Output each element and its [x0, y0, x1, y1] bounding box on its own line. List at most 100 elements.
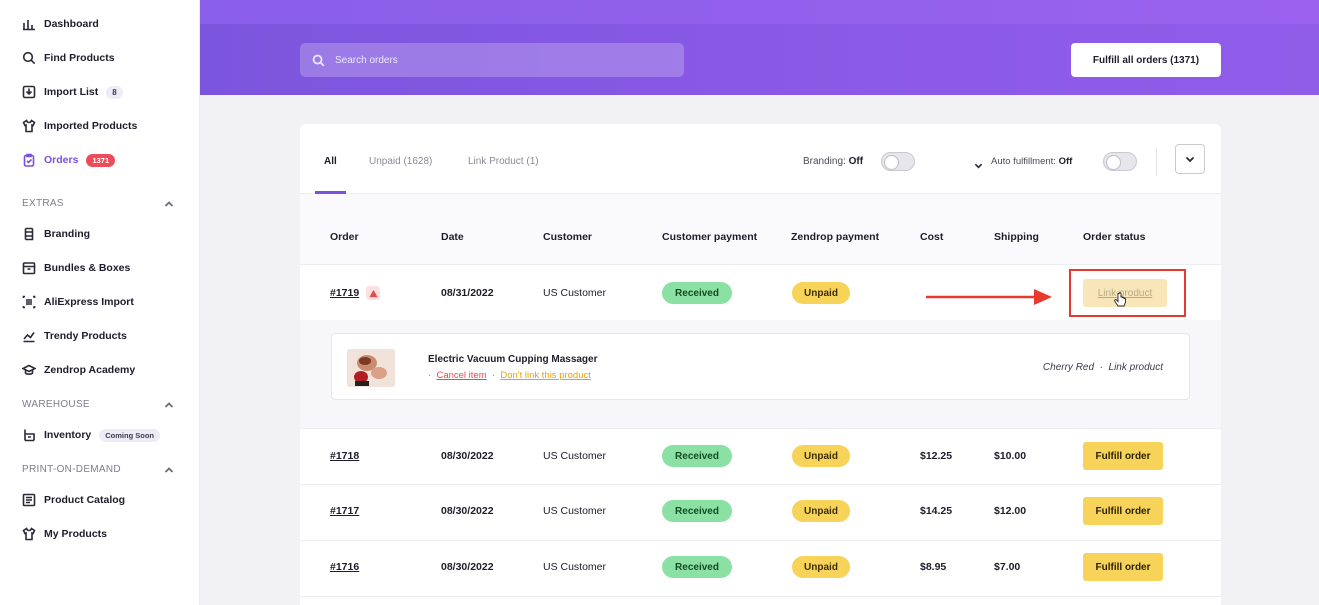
sidebar-item-label: Orders: [44, 154, 79, 166]
sidebar-item-inventory[interactable]: Inventory Coming Soon: [22, 425, 161, 445]
sidebar-item-import-list[interactable]: Dashboard Import List 8: [22, 82, 123, 102]
sidebar-item-label: Trendy Products: [44, 330, 127, 342]
order-date: 08/30/2022: [441, 561, 494, 573]
col-date: Date: [441, 231, 464, 243]
trend-icon: [22, 329, 36, 343]
zendrop-payment-badge: Unpaid: [792, 500, 850, 522]
sidebar-item-dashboard[interactable]: Dashboard: [22, 14, 99, 34]
order-number-link[interactable]: #1716: [330, 561, 359, 573]
fulfill-order-button[interactable]: Fulfill order: [1083, 553, 1163, 581]
table-row: #1717 08/30/2022 US Customer Received Un…: [300, 485, 1221, 541]
order-cost: $12.25: [920, 450, 953, 462]
sidebar-item-label: My Products: [44, 528, 108, 540]
order-customer: US Customer: [543, 505, 607, 517]
header-banner: Fulfill all orders (1371): [200, 0, 1319, 95]
section-print-on-demand[interactable]: PRINT-ON-DEMAND: [22, 464, 174, 475]
sidebar-item-label: AliExpress Import: [44, 296, 134, 308]
sidebar-item-label: Inventory: [44, 429, 92, 441]
col-shipping: Shipping: [994, 231, 1039, 243]
chevron-up-icon[interactable]: [164, 199, 174, 209]
zendrop-payment-badge: Unpaid: [792, 282, 850, 304]
order-customer: US Customer: [543, 561, 607, 573]
search-bar[interactable]: [300, 43, 684, 77]
import-icon: [22, 85, 36, 99]
customer-payment-badge: Received: [662, 556, 732, 578]
customer-payment-badge: Received: [662, 282, 732, 304]
table-header: Order Date Customer Customer payment Zen…: [300, 194, 1221, 265]
product-thumbnail: [347, 349, 395, 387]
sidebar-item-orders[interactable]: Orders 1371: [22, 150, 116, 170]
warning-icon: [366, 286, 380, 300]
sidebar-item-bundles[interactable]: Bundles & Boxes: [22, 258, 130, 278]
chevron-up-icon[interactable]: [164, 400, 174, 410]
auto-fulfillment-toggle[interactable]: [1103, 152, 1137, 171]
search-icon: [312, 54, 325, 66]
sidebar-item-product-catalog[interactable]: Product Catalog: [22, 490, 125, 510]
sidebar-item-branding[interactable]: Branding: [22, 224, 90, 244]
tabs-bar: All Unpaid (1628) Link Product (1) Brand…: [300, 124, 1221, 194]
cancel-item-link[interactable]: Cancel item: [436, 370, 486, 381]
tab-link-product[interactable]: Link Product (1): [468, 156, 539, 167]
zendrop-payment-badge: Unpaid: [792, 445, 850, 467]
header-top-strip: [200, 0, 1319, 24]
sidebar-item-trendy[interactable]: Trendy Products: [22, 326, 127, 346]
sidebar-item-academy[interactable]: Zendrop Academy: [22, 360, 135, 380]
sidebar-item-label: Zendrop Academy: [44, 364, 136, 376]
import-count-badge: 8: [106, 85, 123, 99]
section-extras[interactable]: EXTRAS: [22, 198, 174, 209]
order-date: 08/30/2022: [441, 505, 494, 517]
sidebar-item-label: Bundles & Boxes: [44, 262, 131, 274]
order-number-link[interactable]: #1717: [330, 505, 359, 517]
search-input[interactable]: [335, 54, 655, 66]
sidebar-item-label: Product Catalog: [44, 494, 126, 506]
divider: [1156, 148, 1157, 176]
graduation-cap-icon: [22, 363, 36, 377]
order-number-link[interactable]: #1718: [330, 450, 359, 462]
sidebar-item-imported-products[interactable]: Imported Products: [22, 116, 137, 136]
section-warehouse[interactable]: WAREHOUSE: [22, 399, 174, 410]
sidebar-item-aliexpress[interactable]: AliExpress Import: [22, 292, 134, 312]
orders-count-badge: 1371: [86, 153, 116, 167]
order-shipping: $10.00: [994, 450, 1027, 462]
sidebar: Dashboard Find Products Dashboard Import…: [0, 0, 200, 605]
order-shipping: $7.00: [994, 561, 1021, 573]
order-shipping: $12.00: [994, 505, 1027, 517]
dont-link-product-link[interactable]: Don't link this product: [500, 370, 591, 381]
order-customer: US Customer: [543, 287, 607, 299]
col-customer-payment: Customer payment: [662, 231, 758, 243]
section-title: WAREHOUSE: [22, 399, 90, 410]
sidebar-item-my-products[interactable]: My Products: [22, 524, 107, 544]
order-cost: $8.95: [920, 561, 947, 573]
tab-all[interactable]: All: [324, 156, 337, 167]
branding-toggle[interactable]: [881, 152, 915, 171]
auto-fulfillment-label: Auto fulfillment: Off: [991, 156, 1073, 167]
fulfill-order-button[interactable]: Fulfill order: [1083, 497, 1163, 525]
col-cost: Cost: [920, 231, 944, 243]
coming-soon-badge: Coming Soon: [99, 428, 161, 442]
zendrop-payment-badge: Unpaid: [792, 556, 850, 578]
chevron-down-icon[interactable]: [974, 157, 983, 169]
table-row: #1718 08/30/2022 US Customer Received Un…: [300, 429, 1221, 485]
fulfill-order-button[interactable]: Fulfill order: [1083, 442, 1163, 470]
warehouse-icon: [22, 428, 36, 442]
annotation-highlight-box: [1069, 269, 1186, 317]
table-row: #1716 08/30/2022 US Customer Received Un…: [300, 541, 1221, 597]
shirt-icon: [22, 119, 36, 133]
tab-unpaid[interactable]: Unpaid (1628): [369, 156, 432, 167]
product-actions: · Cancel item · Don't link this product: [428, 370, 591, 381]
sidebar-item-label: Import List: [44, 86, 99, 98]
search-icon: [22, 51, 36, 65]
fulfill-all-orders-button[interactable]: Fulfill all orders (1371): [1071, 43, 1221, 77]
chevron-up-icon[interactable]: [164, 465, 174, 475]
clipboard-icon: [22, 153, 36, 167]
sidebar-item-label: Find Products: [44, 52, 115, 64]
annotation-arrow: [926, 289, 1052, 305]
section-title: PRINT-ON-DEMAND: [22, 464, 121, 475]
sidebar-item-label: Imported Products: [44, 120, 138, 132]
expand-dropdown-button[interactable]: [1175, 144, 1205, 174]
catalog-icon: [22, 493, 36, 507]
product-name: Electric Vacuum Cupping Massager: [428, 354, 598, 365]
order-number-link[interactable]: #1719: [330, 287, 359, 299]
order-cost: $14.25: [920, 505, 953, 517]
sidebar-item-find-products[interactable]: Find Products: [22, 48, 115, 68]
